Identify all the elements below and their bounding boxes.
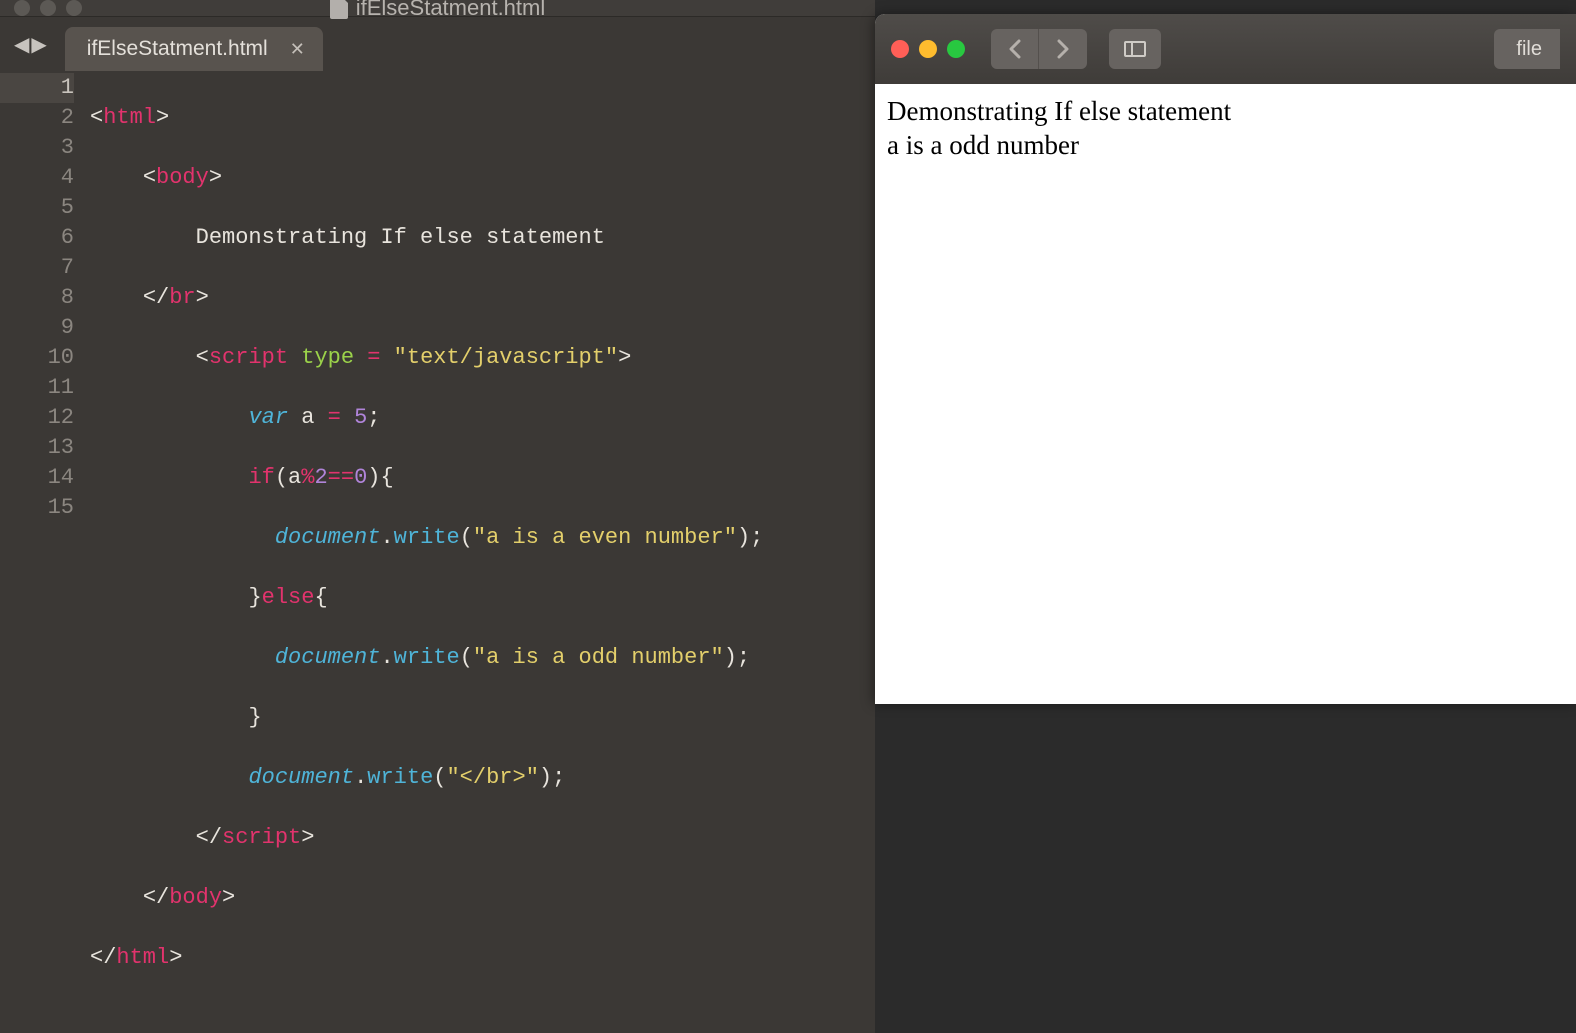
line-number: 5 bbox=[0, 193, 74, 223]
browser-window: file Demonstrating If else statement a i… bbox=[875, 14, 1576, 704]
chevron-left-icon bbox=[1008, 39, 1022, 59]
nav-back-icon[interactable]: ◀ bbox=[14, 32, 29, 57]
tab-close-icon[interactable]: ✕ bbox=[290, 39, 305, 60]
line-number: 13 bbox=[0, 433, 74, 463]
code-content[interactable]: <html> <body> Demonstrating If else stat… bbox=[90, 71, 763, 1033]
editor-window: ifElseStatment.html ◀ ▶ ifElseStatment.h… bbox=[0, 0, 875, 704]
url-field[interactable]: file bbox=[1494, 29, 1560, 69]
line-number: 12 bbox=[0, 403, 74, 433]
output-line: Demonstrating If else statement bbox=[887, 94, 1564, 128]
line-number: 3 bbox=[0, 133, 74, 163]
line-number: 1 bbox=[0, 73, 74, 103]
nav-group bbox=[991, 29, 1087, 69]
line-number: 2 bbox=[0, 103, 74, 133]
nav-arrows: ◀ ▶ bbox=[14, 32, 47, 57]
line-number: 14 bbox=[0, 463, 74, 493]
code-area[interactable]: 1 2 3 4 5 6 7 8 9 10 11 12 13 14 15 <htm… bbox=[0, 71, 875, 1033]
sidebar-toggle-button[interactable] bbox=[1109, 29, 1161, 69]
browser-forward-button[interactable] bbox=[1039, 29, 1087, 69]
browser-content: Demonstrating If else statement a is a o… bbox=[875, 84, 1576, 704]
output-line: a is a odd number bbox=[887, 128, 1564, 162]
line-gutter: 1 2 3 4 5 6 7 8 9 10 11 12 13 14 15 bbox=[0, 71, 90, 1033]
line-number: 9 bbox=[0, 313, 74, 343]
traffic-min-icon[interactable] bbox=[40, 0, 56, 16]
editor-titlebar: ifElseStatment.html bbox=[0, 0, 875, 17]
url-hint-text: file bbox=[1516, 38, 1542, 61]
line-number: 8 bbox=[0, 283, 74, 313]
browser-toolbar: file bbox=[875, 14, 1576, 84]
line-number: 4 bbox=[0, 163, 74, 193]
browser-back-button[interactable] bbox=[991, 29, 1039, 69]
line-number: 10 bbox=[0, 343, 74, 373]
sidebar-icon bbox=[1124, 41, 1146, 57]
tab-label: ifElseStatment.html bbox=[87, 37, 268, 61]
traffic-close-icon[interactable] bbox=[14, 0, 30, 16]
nav-forward-icon[interactable]: ▶ bbox=[31, 32, 46, 57]
tab-active[interactable]: ifElseStatment.html ✕ bbox=[65, 27, 323, 71]
tab-row: ◀ ▶ ifElseStatment.html ✕ bbox=[0, 17, 875, 71]
line-number: 11 bbox=[0, 373, 74, 403]
chevron-right-icon bbox=[1056, 39, 1070, 59]
traffic-min-icon[interactable] bbox=[919, 40, 937, 58]
line-number: 7 bbox=[0, 253, 74, 283]
line-number: 6 bbox=[0, 223, 74, 253]
line-number: 15 bbox=[0, 493, 74, 523]
traffic-max-icon[interactable] bbox=[66, 0, 82, 16]
traffic-max-icon[interactable] bbox=[947, 40, 965, 58]
traffic-close-icon[interactable] bbox=[891, 40, 909, 58]
